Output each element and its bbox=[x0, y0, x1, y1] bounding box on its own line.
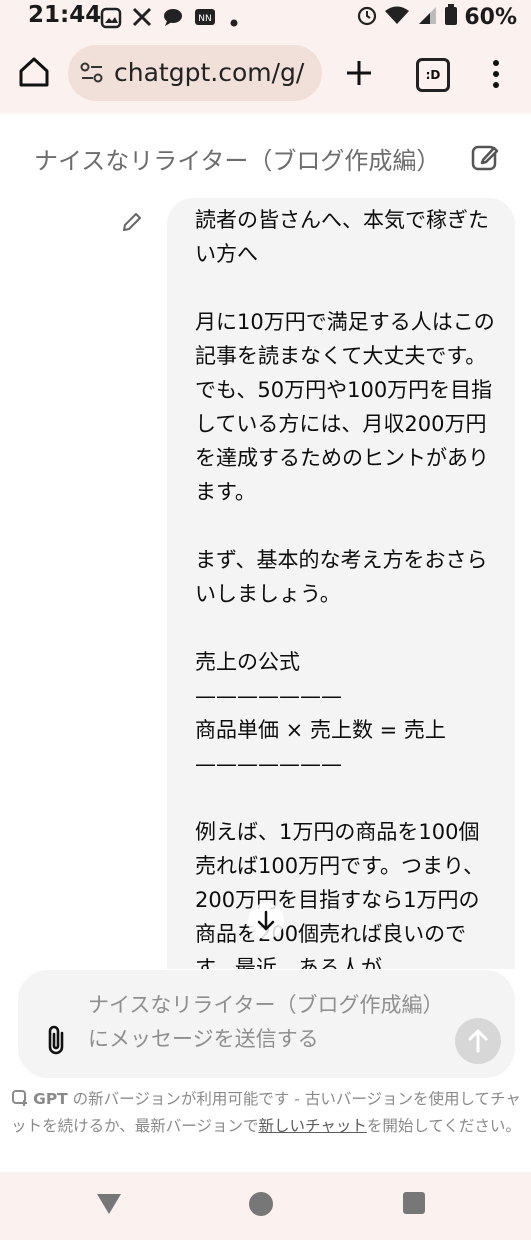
message-composer: ナイスなリライター（ブログ作成編）にメッセージを送信する bbox=[18, 970, 515, 1078]
gallery-icon bbox=[100, 7, 122, 33]
alarm-icon bbox=[356, 4, 378, 30]
scroll-to-bottom-button[interactable] bbox=[248, 903, 284, 939]
battery-icon bbox=[444, 4, 458, 30]
message-text: 読者の皆さんへ、本気で稼ぎたい方へ 月に10万円で満足する人はこの記事を読まなく… bbox=[195, 208, 495, 969]
overflow-menu-icon[interactable] bbox=[488, 58, 504, 90]
signal-icon bbox=[416, 5, 438, 29]
browser-toolbar: chatgpt.com/g/ :D bbox=[0, 34, 531, 114]
notice-text-end: を開始してください。 bbox=[366, 1117, 521, 1135]
attach-icon[interactable] bbox=[43, 1023, 71, 1057]
home-circle-icon[interactable] bbox=[249, 1192, 273, 1216]
status-bar: 21:44 NN 60% bbox=[0, 0, 531, 34]
send-button[interactable] bbox=[455, 1018, 501, 1064]
svg-text:NN: NN bbox=[198, 14, 211, 24]
wifi-icon bbox=[384, 5, 410, 29]
version-notice: GPT の新バージョンが利用可能です - 古いバージョンを使用してチャットを続け… bbox=[10, 1087, 522, 1138]
notice-gpt-label: GPT bbox=[33, 1090, 68, 1108]
url-text[interactable]: chatgpt.com/g/ bbox=[114, 58, 304, 87]
battery-percentage: 60% bbox=[464, 4, 517, 30]
message-input[interactable]: ナイスなリライター（ブログ作成編）にメッセージを送信する bbox=[88, 988, 448, 1056]
chat-bubble-icon bbox=[162, 7, 184, 31]
user-message-bubble: 読者の皆さんへ、本気で稼ぎたい方へ 月に10万円で満足する人はこの記事を読まなく… bbox=[167, 198, 515, 969]
system-navigation-bar bbox=[0, 1172, 531, 1240]
home-icon[interactable] bbox=[16, 54, 52, 90]
dot-icon bbox=[230, 12, 238, 31]
tab-switcher-button[interactable]: :D bbox=[416, 58, 450, 92]
recents-icon[interactable] bbox=[403, 1192, 425, 1214]
x-icon bbox=[132, 7, 152, 31]
page-title[interactable]: ナイスなリライター（ブログ作成編） bbox=[34, 141, 440, 176]
edit-message-icon[interactable] bbox=[120, 210, 144, 234]
app-badge-icon: NN bbox=[194, 7, 216, 31]
back-icon[interactable] bbox=[96, 1192, 122, 1220]
new-tab-icon[interactable] bbox=[342, 56, 376, 90]
gpt-icon bbox=[11, 1089, 29, 1114]
new-chat-edit-icon[interactable] bbox=[470, 142, 500, 172]
site-settings-icon[interactable] bbox=[80, 62, 104, 88]
address-bar[interactable]: chatgpt.com/g/ bbox=[68, 45, 322, 101]
status-time: 21:44 bbox=[28, 2, 102, 28]
chat-header: ナイスなリライター（ブログ作成編） bbox=[0, 114, 531, 196]
new-chat-link[interactable]: 新しいチャット bbox=[258, 1117, 366, 1135]
